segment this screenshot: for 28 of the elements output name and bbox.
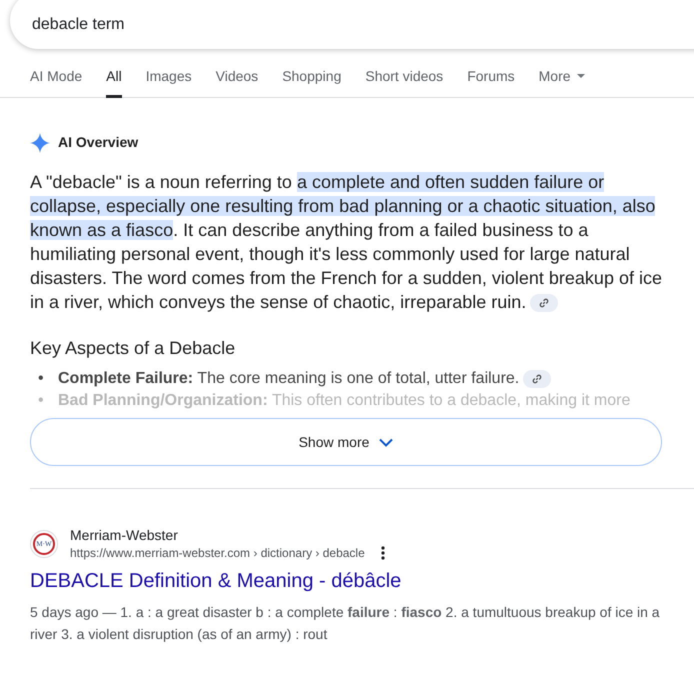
link-chip[interactable] (530, 294, 558, 312)
bullet-marker: • (38, 391, 45, 411)
site-name: Merriam-Webster (70, 526, 179, 544)
search-tab[interactable]: More (538, 67, 585, 98)
search-tab[interactable]: Short videos (365, 67, 444, 98)
search-field[interactable]: debacle term (30, 12, 330, 38)
result-snippet: 5 days ago — 1. a : a great disaster b : a complete failure : fiasco 2. a tumultuous breakup of ice in a river 3. a violent disruption (as of an army) : rout (30, 603, 661, 644)
bullet-text: Bad Planning/Organization: This often contributes to a debacle, making it more (58, 391, 630, 411)
bullet-marker: • (38, 369, 45, 389)
link-chip[interactable] (523, 370, 552, 388)
bullet-text: Complete Failure: The core meaning is one of total, utter failure. (58, 369, 520, 389)
result-url[interactable]: https://www.merriam-webster.com › dictionary › debacle (70, 544, 365, 562)
search-tab[interactable]: Videos (216, 67, 258, 98)
search-tab[interactable]: Forums (467, 67, 515, 98)
overview-paragraph: A "debacle" is a noun referring to a complete and often sudden failure or collapse, especially one resulting from bad planning or a chaotic situation, also known as a fiasco. It can describe anything from a failed business to a humiliating personal event, though it's less commonly used for large natural disasters. The word comes from the French for a sudden, violent breakup of ice in a river, which conveys the sense of chaotic, irreparable ruin. (30, 171, 663, 314)
section-heading: Key Aspects of a Debacle (30, 337, 236, 360)
result-title-link[interactable]: DEBACLE Definition & Meaning - débâcle (30, 568, 402, 594)
search-tab[interactable]: All (106, 67, 122, 98)
section-title: AI Overview (58, 133, 138, 152)
search-tab[interactable]: AI Mode (30, 67, 82, 98)
show-more-button[interactable]: Show more (30, 418, 662, 466)
search-tab[interactable]: Images (146, 67, 192, 98)
chevron-down-icon (379, 438, 394, 446)
search-tab[interactable]: Shopping (282, 67, 342, 98)
link-icon (539, 298, 550, 308)
more-options-icon[interactable] (380, 546, 385, 560)
link-icon (532, 374, 542, 384)
sparkle-icon (30, 132, 50, 152)
